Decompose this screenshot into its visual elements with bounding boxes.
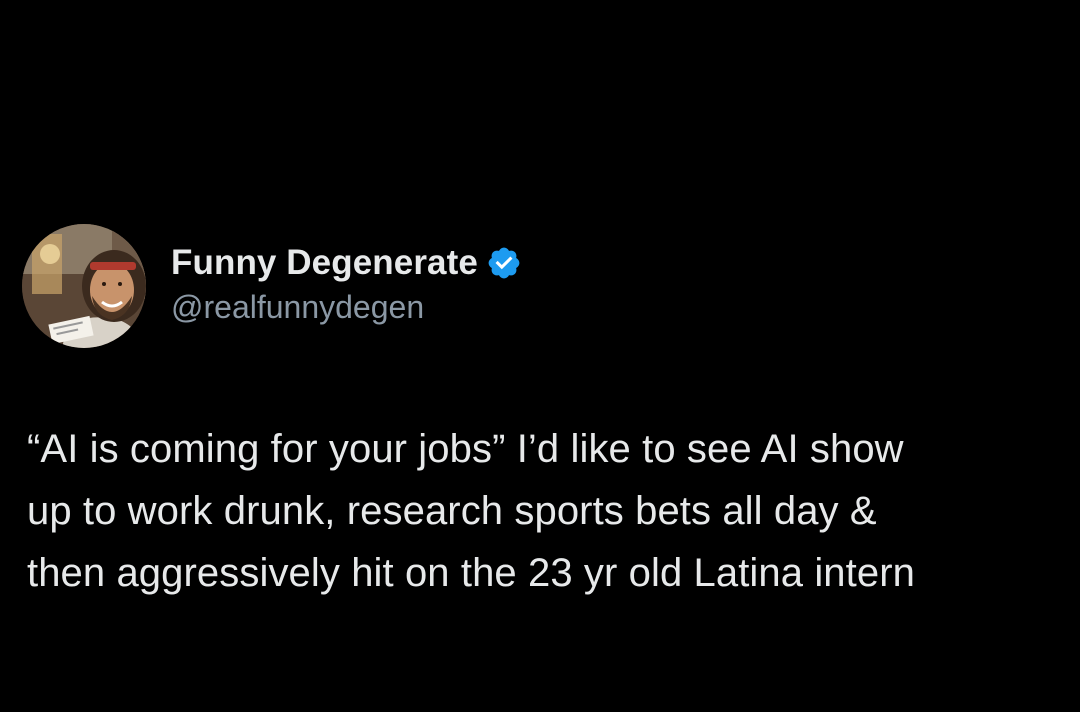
avatar-photo	[22, 224, 146, 348]
author-identity: Funny Degenerate @realfunnydegen	[171, 241, 522, 326]
verified-badge-icon	[486, 245, 522, 281]
tweet-text: “AI is coming for your jobs” I’d like to…	[27, 427, 915, 595]
avatar[interactable]	[22, 224, 146, 348]
tweet-card: Funny Degenerate @realfunnydegen “AI is …	[0, 0, 1080, 712]
display-name[interactable]: Funny Degenerate	[171, 243, 478, 283]
name-row: Funny Degenerate	[171, 241, 522, 285]
author-handle[interactable]: @realfunnydegen	[171, 289, 522, 326]
tweet-header: Funny Degenerate @realfunnydegen	[22, 224, 522, 348]
